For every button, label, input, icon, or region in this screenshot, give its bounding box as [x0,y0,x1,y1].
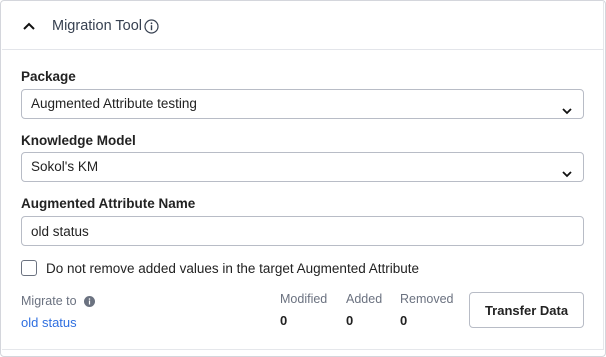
removed-count: 0 [400,313,408,328]
modified-label: Modified [280,292,328,306]
removed-label: Removed [400,292,454,306]
package-label: Package [21,69,76,84]
chevron-up-icon[interactable] [19,16,39,36]
keep-values-checkbox[interactable] [21,260,37,276]
migration-tool-panel: Migration Tool Package Augmented Attribu… [0,0,606,357]
attribute-name-input[interactable] [21,216,584,246]
knowledge-model-label: Knowledge Model [21,133,136,148]
info-circle-icon[interactable] [144,19,159,34]
knowledge-model-value: Sokol's KM [31,159,99,174]
migrate-target-link[interactable]: old status [21,315,77,330]
added-label: Added [346,292,383,306]
transfer-data-button[interactable]: Transfer Data [469,292,584,328]
info-icon[interactable] [84,294,95,307]
chevron-down-icon [561,162,573,178]
chevron-down-icon [561,99,573,115]
modified-count: 0 [280,313,288,328]
knowledge-model-select[interactable]: Sokol's KM [21,152,584,182]
migrate-to-label: Migrate to [21,294,77,308]
panel-header: Migration Tool [2,2,604,50]
attribute-name-label: Augmented Attribute Name [21,196,196,211]
panel-title: Migration Tool [52,18,143,34]
package-value: Augmented Attribute testing [31,96,197,111]
keep-values-label[interactable]: Do not remove added values in the target… [46,261,419,276]
panel-body: Migration Tool Package Augmented Attribu… [2,2,604,350]
package-select[interactable]: Augmented Attribute testing [21,89,584,119]
added-count: 0 [346,313,354,328]
